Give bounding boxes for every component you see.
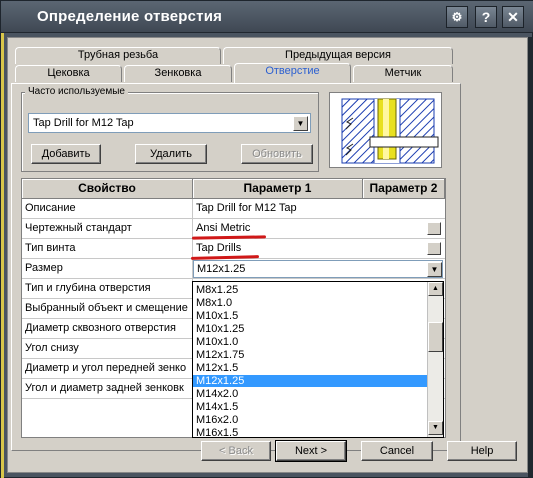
property-name: Угол снизу [22, 339, 193, 359]
help-icon: ? [481, 9, 491, 25]
hole-wizard-window: Определение отверстия ⚙ ? ✕ Трубная резь… [0, 0, 533, 478]
property-name: Угол и диаметр задней зенковк [22, 379, 193, 399]
desktop-edge [1, 33, 4, 478]
desktop-edge-right [528, 37, 533, 478]
list-item[interactable]: M16x1.5 [193, 427, 427, 437]
tab-label: Отверстие [265, 65, 320, 77]
chevron-down-icon[interactable]: ▼ [293, 116, 308, 131]
back-button[interactable]: < Back [201, 441, 271, 461]
list-item[interactable]: M10x1.25 [193, 323, 427, 335]
list-scrollbar[interactable]: ▲ ▼ [427, 282, 443, 437]
tab-counterbore[interactable]: Цековка [15, 65, 122, 82]
close-icon: ✕ [507, 9, 519, 25]
table-row[interactable]: Описание Tap Drill for M12 Tap [22, 199, 445, 219]
update-button[interactable]: Обновить [241, 144, 313, 164]
list-item[interactable]: M10x1.0 [193, 336, 427, 348]
add-button[interactable]: Добавить [31, 144, 101, 164]
tab-tap[interactable]: Метчик [353, 65, 453, 82]
tab-previous-version[interactable]: Предыдущая версия [223, 47, 453, 64]
scroll-up-arrow-icon[interactable]: ▲ [428, 282, 443, 296]
property-name: Диаметр сквозного отверстия [22, 319, 193, 339]
row-option-button[interactable] [427, 222, 441, 235]
close-button[interactable]: ✕ [502, 6, 524, 28]
property-name: Описание [22, 199, 193, 219]
list-item-selected[interactable]: M12x1.25 [193, 375, 427, 387]
property-name: Выбранный объект и смещение [22, 299, 193, 319]
list-item[interactable]: M14x1.5 [193, 401, 427, 413]
column-header-param2[interactable]: Параметр 2 [363, 179, 445, 199]
help-button[interactable]: ? [475, 6, 497, 28]
property-name: Чертежный стандарт [22, 219, 193, 239]
size-dropdown-list[interactable]: M8x1.25 M8x1.0 M10x1.5 M10x1.25 M10x1.0 … [192, 281, 444, 438]
scroll-down-arrow-icon[interactable]: ▼ [428, 421, 443, 435]
property-name: Тип и глубина отверстия [22, 279, 193, 299]
title-bar[interactable]: Определение отверстия ⚙ ? ✕ [1, 1, 533, 33]
column-header-property[interactable]: Свойство [22, 179, 193, 199]
help-footer-button[interactable]: Help [447, 441, 517, 461]
size-combo-value[interactable]: M12x1.25 [193, 260, 443, 278]
gear-icon: ⚙ [451, 10, 463, 24]
cancel-button[interactable]: Cancel [361, 441, 433, 461]
window-title: Определение отверстия [37, 8, 223, 25]
tab-pipe-thread[interactable]: Трубная резьба [15, 47, 221, 64]
tab-hole[interactable]: Отверстие [234, 63, 351, 83]
list-item[interactable]: M8x1.25 [193, 284, 427, 296]
property-value: Tap Drill for M12 Tap [196, 202, 297, 214]
next-button[interactable]: Next > [275, 440, 347, 462]
chevron-down-icon[interactable]: ▼ [427, 262, 442, 277]
delete-button[interactable]: Удалить [135, 144, 207, 164]
tab-countersink[interactable]: Зенковка [124, 65, 232, 82]
property-name: Диаметр и угол передней зенко [22, 359, 193, 379]
list-item[interactable]: M14x2.0 [193, 388, 427, 400]
scrollbar-thumb[interactable] [428, 322, 443, 352]
column-header-param1[interactable]: Параметр 1 [193, 179, 363, 199]
list-item[interactable]: M12x1.75 [193, 349, 427, 361]
list-item[interactable]: M10x1.5 [193, 310, 427, 322]
property-name: Тип винта [22, 239, 193, 259]
tab-label: Трубная резьба [77, 49, 159, 61]
tab-label: Цековка [47, 67, 90, 79]
hole-preview [329, 92, 442, 168]
tab-label: Предыдущая версия [285, 49, 391, 61]
property-name: Размер [22, 259, 193, 279]
tab-label: Зенковка [154, 67, 202, 79]
favorites-selected-value: Tap Drill for M12 Tap [33, 117, 134, 129]
favorites-group-label: Часто используемые [25, 86, 128, 97]
favorites-select[interactable]: Tap Drill for M12 Tap ▼ [28, 113, 311, 133]
list-item[interactable]: M12x1.5 [193, 362, 427, 374]
hole-preview-drawing [341, 98, 439, 164]
row-option-button[interactable] [427, 242, 441, 255]
table-row[interactable]: Размер M12x1.25 ▼ [22, 259, 445, 279]
list-item[interactable]: M16x2.0 [193, 414, 427, 426]
tab-label: Метчик [384, 67, 422, 79]
settings-button[interactable]: ⚙ [446, 6, 468, 28]
list-item[interactable]: M8x1.0 [193, 297, 427, 309]
